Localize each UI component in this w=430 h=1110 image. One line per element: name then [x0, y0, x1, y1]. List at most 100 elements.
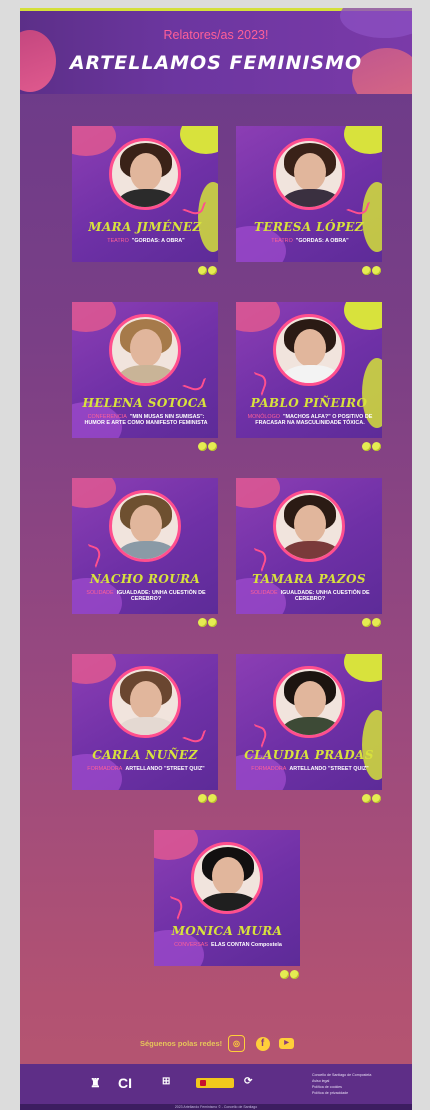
dot-icon[interactable]	[362, 442, 371, 451]
speaker-talk: SOLIDADE IGUALDADE: UNHA CUESTIÓN DE CERE…	[244, 590, 376, 603]
carousel-dots[interactable]	[362, 266, 382, 275]
card-decoration	[180, 126, 218, 154]
speaker-talk: SOLIDADE IGUALDADE: UNHA CUESTIÓN DE CERE…	[80, 590, 212, 603]
dot-icon[interactable]	[362, 266, 371, 275]
speaker-card[interactable]: NACHO ROURA SOLIDADE IGUALDADE: UNHA CUES…	[72, 478, 218, 614]
cim-logo[interactable]: CI	[118, 1075, 132, 1091]
speaker-card[interactable]: TERESA LÓPEZ TEATRO "GORDAS: A OBRA"	[236, 126, 382, 262]
speaker-photo	[191, 842, 263, 914]
speaker-photo	[273, 490, 345, 562]
talk-kind: SOLIDADE	[86, 590, 114, 596]
footer-link[interactable]: Política de privacidade	[312, 1090, 371, 1096]
card-decoration	[344, 302, 382, 330]
dot-icon[interactable]	[198, 618, 207, 627]
speaker-card[interactable]: HELENA SOTOCA CONFERENCIA "MIN MUSAS NIN …	[72, 302, 218, 438]
dot-icon[interactable]	[372, 794, 381, 803]
speaker-photo	[273, 666, 345, 738]
speaker-photo	[273, 314, 345, 386]
dot-icon[interactable]	[290, 970, 299, 979]
facebook-icon[interactable]: f	[254, 1035, 271, 1052]
carousel-dots[interactable]	[362, 442, 382, 451]
talk-title: ARTELLANDO "STREET QUIZ"	[289, 766, 369, 772]
dot-icon[interactable]	[362, 618, 371, 627]
dot-icon[interactable]	[372, 442, 381, 451]
hero-banner: Relatores/as 2023! ARTELLAMOS FEMINISMO	[20, 8, 412, 94]
card-decoration	[154, 830, 198, 860]
talk-title: "GORDAS: A OBRA"	[131, 238, 185, 244]
dot-icon[interactable]	[208, 266, 217, 275]
speaker-card[interactable]: MARA JIMÉNEZ TEATRO "GORDAS: A OBRA"	[72, 126, 218, 262]
dot-icon[interactable]	[208, 618, 217, 627]
gobierno-logo[interactable]	[196, 1078, 234, 1088]
speaker-card[interactable]: CARLA NUÑEZ FORMADORA ARTELLANDO "STREET …	[72, 654, 218, 790]
dot-icon[interactable]	[208, 794, 217, 803]
speaker-name: CARLA NUÑEZ	[92, 748, 198, 762]
speaker-talk: CONVERSAS ELAS CONTAN Compostela	[162, 942, 294, 948]
talk-kind: CONFERENCIA	[87, 414, 127, 420]
dot-icon[interactable]	[372, 618, 381, 627]
speaker-name: MARA JIMÉNEZ	[88, 220, 202, 234]
carousel-dots[interactable]	[198, 266, 218, 275]
speaker-card[interactable]: CLAUDIA PRADAS FORMADORA ARTELLANDO "STRE…	[236, 654, 382, 790]
speaker-card[interactable]: TAMARA PAZOS SOLIDADE IGUALDADE: UNHA CUE…	[236, 478, 382, 614]
xunta-logo[interactable]: ⟳	[244, 1076, 252, 1087]
instagram-icon[interactable]: ◎	[228, 1035, 245, 1052]
arrow-icon	[181, 723, 207, 745]
footer-links: Concello de Santiago de Compostela Aviso…	[312, 1072, 371, 1096]
arrow-icon	[247, 371, 269, 397]
dot-icon[interactable]	[280, 970, 289, 979]
carousel-dots[interactable]	[280, 970, 300, 979]
talk-kind: TEATRO	[107, 238, 129, 244]
talk-title: ELAS CONTAN Compostela	[210, 942, 282, 948]
speaker-name: CLAUDIA PRADAS	[244, 748, 374, 762]
arrow-icon	[247, 723, 269, 749]
speaker-name: MONICA MURA	[171, 924, 283, 938]
university-logo[interactable]: ⊞	[162, 1076, 170, 1087]
talk-kind: TEATRO	[271, 238, 293, 244]
speaker-card[interactable]: MONICA MURA CONVERSAS ELAS CONTAN Compost…	[154, 830, 300, 966]
carousel-dots[interactable]	[198, 618, 218, 627]
social-label: Séguenos polas redes!	[140, 1039, 223, 1048]
speaker-photo	[109, 490, 181, 562]
speaker-photo	[109, 666, 181, 738]
speaker-name: HELENA SOTOCA	[82, 396, 208, 410]
youtube-icon[interactable]: ▶	[278, 1035, 295, 1052]
carousel-dots[interactable]	[362, 618, 382, 627]
page: Relatores/as 2023! ARTELLAMOS FEMINISMO …	[20, 8, 412, 1110]
arrow-icon	[181, 371, 207, 393]
talk-title: ARTELLANDO "STREET QUIZ"	[125, 766, 205, 772]
card-decoration	[236, 302, 280, 332]
speaker-talk: FORMADORA ARTELLANDO "STREET QUIZ"	[80, 766, 212, 772]
speaker-name: PABLO PIÑEIRO	[250, 396, 368, 410]
speaker-name: TAMARA PAZOS	[252, 572, 366, 586]
speaker-name: TERESA LÓPEZ	[254, 220, 364, 234]
card-decoration	[72, 302, 116, 332]
dot-icon[interactable]	[198, 794, 207, 803]
carousel-dots[interactable]	[198, 794, 218, 803]
page-title: ARTELLAMOS FEMINISMO	[69, 52, 363, 74]
dot-icon[interactable]	[362, 794, 371, 803]
dot-icon[interactable]	[372, 266, 381, 275]
card-decoration	[72, 478, 116, 508]
dot-icon[interactable]	[208, 442, 217, 451]
speaker-photo	[109, 314, 181, 386]
talk-kind: SOLIDADE	[250, 590, 278, 596]
carousel-dots[interactable]	[362, 794, 382, 803]
speaker-photo	[109, 138, 181, 210]
dot-icon[interactable]	[198, 266, 207, 275]
talk-kind: FORMADORA	[251, 766, 287, 772]
hero-subtitle: Relatores/as 2023!	[163, 28, 269, 42]
concello-logo[interactable]: ♜	[90, 1076, 101, 1090]
speaker-card[interactable]: PABLO PIÑEIRO MONÓLOGO "MACHOS ALFA?" O P…	[236, 302, 382, 438]
footer: ♜ CI ⊞ ⟳ Concello de Santiago de Compost…	[20, 1064, 412, 1110]
speaker-talk: CONFERENCIA "MIN MUSAS NIN SUMISAS": HUMO…	[80, 414, 212, 427]
speaker-name: NACHO ROURA	[89, 572, 201, 586]
arrow-icon	[81, 543, 103, 569]
card-decoration	[236, 478, 280, 508]
talk-kind: CONVERSAS	[174, 942, 208, 948]
talk-title: IGUALDADE: UNHA CUESTIÓN DE CEREBRO?	[280, 590, 370, 603]
dot-icon[interactable]	[198, 442, 207, 451]
carousel-dots[interactable]	[198, 442, 218, 451]
arrow-icon	[247, 547, 269, 573]
talk-title: IGUALDADE: UNHA CUESTIÓN DE CEREBRO?	[116, 590, 206, 603]
